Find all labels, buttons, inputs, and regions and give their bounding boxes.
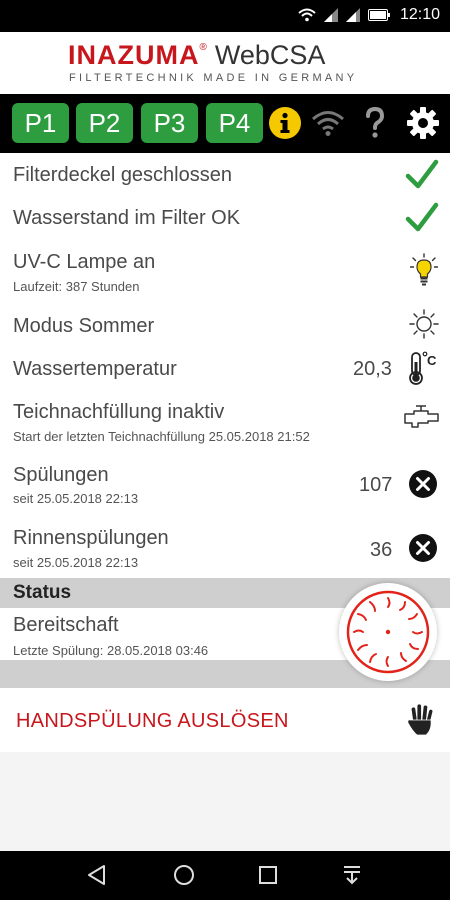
logo-text: INAZUMA xyxy=(68,40,200,70)
thermometer-celsius-icon: C xyxy=(409,351,437,385)
program-p2-button[interactable]: P2 xyxy=(76,103,133,143)
manual-flush-label[interactable]: HANDSPÜLUNG AUSLÖSEN xyxy=(16,710,289,733)
clock: 12:10 xyxy=(399,6,440,23)
item-title: Wassertemperatur xyxy=(13,358,177,380)
program-p3-button[interactable]: P3 xyxy=(141,103,198,143)
list-item-flushes: Spülungen seit 25.05.2018 22:13 107 xyxy=(0,453,450,517)
lightbulb-on-icon xyxy=(410,253,438,286)
channel-flush-count-value: 36 xyxy=(370,539,393,561)
notifications-pull-icon[interactable] xyxy=(341,863,363,887)
item-title: Teichnachfüllung inaktiv xyxy=(13,401,225,423)
item-title: Spülungen xyxy=(13,464,109,486)
list-item-uvc-lamp: UV-C Lampe an Laufzeit: 387 Stunden xyxy=(0,241,450,301)
status-bar: 12:10 xyxy=(0,0,450,32)
manual-flush-button[interactable]: HANDSPÜLUNG AUSLÖSEN xyxy=(0,690,450,752)
item-title: UV-C Lampe an xyxy=(13,251,156,273)
sun-icon xyxy=(409,309,439,339)
toolbar: P1 P2 P3 P4 xyxy=(0,94,450,153)
flush-gauge-icon xyxy=(339,583,437,681)
svg-text:C: C xyxy=(427,353,437,368)
program-p1-button[interactable]: P1 xyxy=(12,103,69,143)
item-subtitle: Laufzeit: 387 Stunden xyxy=(13,279,140,294)
registered-mark: ® xyxy=(199,42,207,53)
product-name: WebCSA xyxy=(214,40,326,70)
list-item-water-temperature: Wassertemperatur 20,3 C xyxy=(0,345,450,391)
home-icon[interactable] xyxy=(172,863,196,887)
list-item-pond-refill: Teichnachfüllung inaktiv Start der letzt… xyxy=(0,391,450,453)
list-item-filter-lid: Filterdeckel geschlossen xyxy=(0,153,450,197)
wifi-icon xyxy=(298,8,316,22)
item-subtitle: Start der letzten Teichnachfüllung 25.05… xyxy=(13,429,310,444)
status-header-label: Status xyxy=(13,582,72,603)
brand-header: INAZUMA® WebCSA FILTERTECHNIK MADE IN GER… xyxy=(0,32,450,94)
list-item-mode: Modus Sommer xyxy=(0,301,450,345)
signal-icon xyxy=(345,8,360,22)
item-title: Filterdeckel geschlossen xyxy=(13,164,232,186)
settings-gear-icon[interactable] xyxy=(404,104,442,142)
item-subtitle: seit 25.05.2018 22:13 xyxy=(13,555,139,570)
back-icon[interactable] xyxy=(86,863,108,887)
battery-icon xyxy=(367,9,390,21)
status-icons: 12:10 xyxy=(298,6,440,24)
program-p4-button[interactable]: P4 xyxy=(206,103,263,143)
info-icon[interactable] xyxy=(266,104,304,142)
item-subtitle: seit 25.05.2018 22:13 xyxy=(13,491,139,506)
flush-count-value: 107 xyxy=(359,474,393,496)
item-title: Wasserstand im Filter OK xyxy=(13,207,241,229)
item-title: Modus Sommer xyxy=(13,315,155,337)
logo: INAZUMA® WebCSA xyxy=(68,40,325,71)
help-icon[interactable] xyxy=(360,104,390,142)
reset-x-icon[interactable] xyxy=(408,469,438,499)
status-state: Bereitschaft xyxy=(13,614,119,636)
list-item-water-level: Wasserstand im Filter OK xyxy=(0,197,450,241)
item-title: Rinnenspülungen xyxy=(13,527,169,549)
navigation-bar xyxy=(0,851,450,900)
empty-area xyxy=(0,752,450,851)
tagline: FILTERTECHNIK MADE IN GERMANY xyxy=(69,72,358,84)
list-item-channel-flushes: Rinnenspülungen seit 25.05.2018 22:13 36 xyxy=(0,517,450,581)
water-tap-icon xyxy=(404,405,439,428)
signal-icon xyxy=(323,8,338,22)
recents-icon[interactable] xyxy=(257,863,279,887)
hand-icon[interactable] xyxy=(406,703,436,737)
reset-x-icon[interactable] xyxy=(408,533,438,563)
temperature-value: 20,3 xyxy=(353,358,392,380)
wifi-icon[interactable] xyxy=(310,104,346,142)
checkmark-icon xyxy=(405,202,439,232)
checkmark-icon xyxy=(405,159,439,189)
last-flush-time: Letzte Spülung: 28.05.2018 03:46 xyxy=(13,643,209,658)
